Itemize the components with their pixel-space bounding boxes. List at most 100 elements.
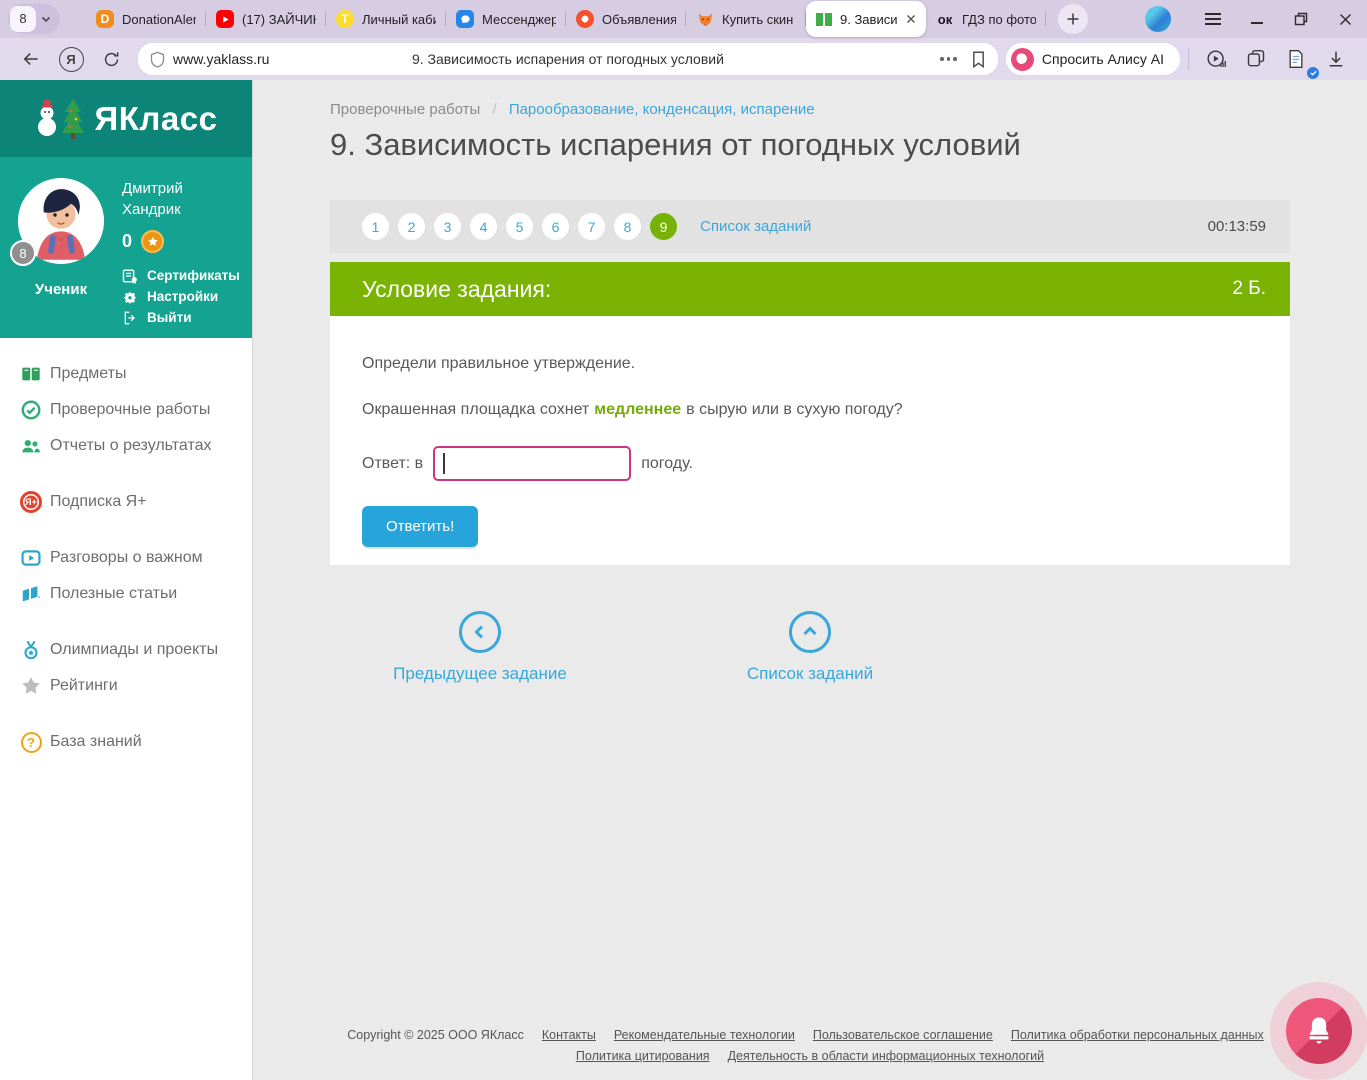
question-2-button[interactable]: 2: [398, 213, 425, 240]
question-text-after: в сырую или в сухую погоду?: [686, 401, 902, 418]
breadcrumb-parent[interactable]: Проверочные работы: [330, 101, 480, 118]
more-actions-icon[interactable]: [940, 57, 957, 61]
footer-link-citation[interactable]: Политика цитирования: [576, 1049, 710, 1063]
copyright: Copyright © 2025 ООО ЯКласс: [347, 1028, 524, 1042]
user-avatar[interactable]: 8: [18, 178, 104, 264]
menu-label: Полезные статьи: [50, 585, 177, 603]
video-icon: [20, 547, 42, 569]
footer-row-1: Copyright © 2025 ООО ЯКласс Контакты Реком…: [290, 1025, 1330, 1046]
downloads-button[interactable]: [1317, 42, 1355, 76]
sidebar-item-subjects[interactable]: Предметы: [0, 356, 252, 392]
books-icon: [20, 363, 42, 385]
tab-gdz[interactable]: ок ГДЗ по фото: [926, 0, 1046, 38]
task-list-link[interactable]: Список заданий: [700, 218, 811, 235]
question-5-button[interactable]: 5: [506, 213, 533, 240]
window-close-button[interactable]: [1323, 0, 1367, 38]
address-bar[interactable]: www.yaklass.ru 9. Зависимость испарения …: [138, 43, 998, 75]
answer-input[interactable]: [433, 446, 631, 481]
youtube-icon: [216, 10, 234, 28]
check-circle-icon: [20, 399, 42, 421]
tab-label: Мессенджер: [482, 12, 556, 27]
previous-task-label: Предыдущее задание: [320, 664, 640, 684]
breadcrumb-current-link[interactable]: Парообразование, конденсация, испарение: [509, 101, 815, 118]
submit-answer-button[interactable]: Ответить!: [362, 506, 478, 547]
sidebar-item-knowledge-base[interactable]: ? База знаний: [0, 724, 252, 760]
sidebar-item-tests[interactable]: Проверочные работы: [0, 392, 252, 428]
window-minimize-button[interactable]: [1235, 0, 1279, 38]
refresh-button[interactable]: [92, 42, 130, 76]
settings-link[interactable]: Настройки: [122, 286, 240, 307]
tab-counter-button[interactable]: 8: [8, 4, 60, 34]
back-button[interactable]: [12, 42, 50, 76]
question-1-button[interactable]: 1: [362, 213, 389, 240]
bookmark-icon[interactable]: [971, 51, 986, 68]
logout-label: Выйти: [147, 310, 192, 325]
media-playback-button[interactable]: [1197, 42, 1235, 76]
sidebar-item-important-talks[interactable]: Разговоры о важном: [0, 540, 252, 576]
menu-label: Предметы: [50, 365, 126, 383]
question-4-button[interactable]: 4: [470, 213, 497, 240]
condition-title: Условие задания:: [362, 276, 551, 303]
check-badge-icon: [1307, 67, 1319, 79]
fox-icon: [696, 10, 714, 28]
user-first-name: Дмитрий: [122, 178, 240, 199]
notifications-fab[interactable]: [1270, 982, 1367, 1080]
ask-alice-button[interactable]: Спросить Алису AI: [1006, 43, 1180, 75]
tab-ads[interactable]: Объявления: [566, 0, 686, 38]
close-tab-icon[interactable]: [906, 14, 916, 24]
menu-label: Подписка Я+: [50, 493, 147, 511]
sidebar-item-articles[interactable]: Полезные статьи: [0, 576, 252, 612]
user-info: Дмитрий Хандрик 0 Сертификаты: [122, 178, 240, 328]
sync-status-button[interactable]: [1277, 42, 1315, 76]
footer-link-personal-data[interactable]: Политика обработки персональных данных: [1011, 1028, 1264, 1042]
yaklass-logo[interactable]: ЯКласс: [0, 80, 252, 157]
footer-link-recommendation[interactable]: Рекомендательные технологии: [614, 1028, 795, 1042]
footer-link-agreement[interactable]: Пользовательское соглашение: [813, 1028, 993, 1042]
page-body: ЯКласс: [0, 80, 1367, 1080]
sidebar-item-subscription[interactable]: Я+ Подписка Я+: [0, 484, 252, 520]
question-8-button[interactable]: 8: [614, 213, 641, 240]
sidebar-item-reports[interactable]: Отчеты о результатах: [0, 428, 252, 464]
window-restore-button[interactable]: [1279, 0, 1323, 38]
new-tab-button[interactable]: [1058, 4, 1088, 34]
tab-label: 9. Зависим: [840, 12, 898, 27]
timer: 00:13:59: [1208, 218, 1266, 235]
menu-label: Рейтинги: [50, 677, 118, 695]
donationalerts-icon: D: [96, 10, 114, 28]
answer-suffix: погоду.: [641, 455, 693, 473]
tab-youtube[interactable]: (17) ЗАЙЧИК: [206, 0, 326, 38]
browser-menu-button[interactable]: [1191, 0, 1235, 38]
tab-buy-skins[interactable]: Купить скин: [686, 0, 806, 38]
question-9-button-active[interactable]: 9: [650, 213, 677, 240]
certificates-link[interactable]: Сертификаты: [122, 265, 240, 286]
user-role: Ученик: [18, 281, 104, 298]
tab-messenger[interactable]: Мессенджер: [446, 0, 566, 38]
tab-groups-button[interactable]: [1237, 42, 1275, 76]
tab-donationalerts[interactable]: D DonationAler: [86, 0, 206, 38]
restore-icon: [1294, 12, 1308, 26]
footer-link-it-activity[interactable]: Деятельность в области информационных те…: [728, 1049, 1045, 1063]
browser-profile-avatar[interactable]: [1145, 6, 1171, 32]
tab-yaklass-active[interactable]: 9. Зависим: [806, 1, 926, 37]
menu-label: Проверочные работы: [50, 401, 210, 419]
menu-label: База знаний: [50, 733, 142, 751]
tab-label: (17) ЗАЙЧИК: [242, 12, 316, 27]
alice-icon: [1011, 48, 1034, 71]
user-last-name: Хандрик: [122, 199, 240, 220]
sidebar-item-olympiads[interactable]: Олимпиады и проекты: [0, 632, 252, 668]
tab-personal-account[interactable]: T Личный каби: [326, 0, 446, 38]
task-list-bottom-link[interactable]: Список заданий: [650, 611, 970, 684]
question-7-button[interactable]: 7: [578, 213, 605, 240]
footer-link-contacts[interactable]: Контакты: [542, 1028, 596, 1042]
previous-task-link[interactable]: Предыдущее задание: [320, 611, 640, 684]
omnibox-actions: [940, 51, 986, 68]
question-6-button[interactable]: 6: [542, 213, 569, 240]
question-3-button[interactable]: 3: [434, 213, 461, 240]
logout-link[interactable]: Выйти: [122, 307, 240, 328]
articles-icon: [20, 583, 42, 605]
task-condition-header: Условие задания: 2 Б.: [330, 262, 1290, 316]
yandex-logo-button[interactable]: Я: [52, 42, 90, 76]
shield-icon: [150, 51, 165, 68]
sidebar-item-ratings[interactable]: Рейтинги: [0, 668, 252, 704]
browser-toolbar: Я www.yaklass.ru 9. Зависимость испарени…: [0, 38, 1367, 80]
